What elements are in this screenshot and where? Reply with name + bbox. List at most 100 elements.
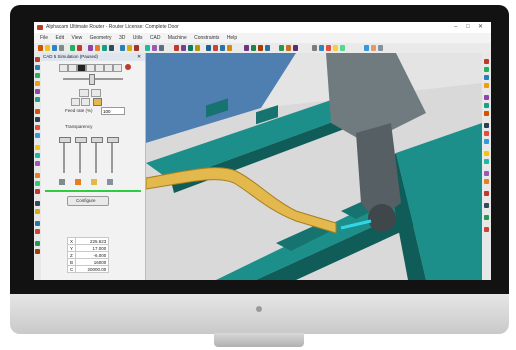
line-icon[interactable]: [88, 45, 93, 51]
view-back-icon[interactable]: [484, 75, 489, 80]
nest-icon[interactable]: [35, 249, 40, 254]
view-bottom-icon[interactable]: [484, 83, 489, 88]
stock-icon[interactable]: [107, 179, 113, 185]
dimension-icon[interactable]: [35, 97, 40, 102]
speed-input[interactable]: [101, 107, 125, 115]
post-icon[interactable]: [286, 45, 291, 51]
measure-icon[interactable]: [159, 45, 164, 51]
fixture-icon[interactable]: [484, 179, 489, 184]
menu-geometry[interactable]: Geometry: [90, 35, 112, 41]
work-plane-icon[interactable]: [484, 151, 489, 156]
settings-icon[interactable]: [312, 45, 317, 51]
info-icon[interactable]: [371, 45, 376, 51]
undo-icon[interactable]: [70, 45, 75, 51]
menu-3d[interactable]: 3D: [119, 35, 125, 41]
hide-icon[interactable]: [484, 131, 489, 136]
group-icon[interactable]: [35, 201, 40, 206]
clamp-icon[interactable]: [484, 171, 489, 176]
view-side-icon[interactable]: [484, 67, 489, 72]
menu-cad[interactable]: CAD: [150, 35, 161, 41]
minimize-button[interactable]: –: [454, 22, 457, 33]
rectangle-icon[interactable]: [109, 45, 114, 51]
menu-view[interactable]: View: [71, 35, 82, 41]
zoom-in-icon[interactable]: [484, 95, 489, 100]
rotate-icon[interactable]: [134, 45, 139, 51]
polyline-icon[interactable]: [35, 73, 40, 78]
help-icon[interactable]: [364, 45, 369, 51]
step-back-button[interactable]: [68, 64, 77, 72]
new-icon[interactable]: [38, 45, 43, 51]
point-icon[interactable]: [35, 65, 40, 70]
tool-icon[interactable]: [244, 45, 249, 51]
wire-icon[interactable]: [340, 45, 345, 51]
maximize-button[interactable]: □: [466, 22, 470, 33]
transparency-thumb-2[interactable]: [75, 137, 87, 143]
project-icon[interactable]: [35, 221, 40, 226]
record-icon[interactable]: [125, 64, 131, 70]
show-icon[interactable]: [484, 139, 489, 144]
redraw-icon[interactable]: [484, 123, 489, 128]
fillet-icon[interactable]: [213, 45, 218, 51]
explode-icon[interactable]: [35, 189, 40, 194]
collision-icon[interactable]: [484, 191, 489, 196]
open-icon[interactable]: [45, 45, 50, 51]
grid-icon[interactable]: [181, 45, 186, 51]
offset-icon[interactable]: [206, 45, 211, 51]
circle-icon[interactable]: [102, 45, 107, 51]
block-icon[interactable]: [35, 117, 40, 122]
faster-button[interactable]: [91, 89, 101, 97]
array-icon[interactable]: [35, 181, 40, 186]
print-icon[interactable]: [59, 45, 64, 51]
finish-icon[interactable]: [258, 45, 263, 51]
import-icon[interactable]: [484, 227, 489, 232]
break-icon[interactable]: [35, 161, 40, 166]
panel-close-icon[interactable]: ✕: [137, 53, 141, 61]
export-icon[interactable]: [484, 215, 489, 220]
report-icon[interactable]: [484, 203, 489, 208]
redo-icon[interactable]: [77, 45, 82, 51]
options-icon[interactable]: [378, 45, 383, 51]
transparency-thumb-3[interactable]: [91, 137, 103, 143]
nc-icon[interactable]: [293, 45, 298, 51]
tool-holder-icon[interactable]: [75, 179, 81, 185]
zoom-fit-icon[interactable]: [484, 111, 489, 116]
play-button[interactable]: [86, 64, 95, 72]
pan-icon[interactable]: [127, 45, 132, 51]
zoom-out-icon[interactable]: [484, 103, 489, 108]
option-button-a[interactable]: [71, 98, 80, 106]
menu-utils[interactable]: Utils: [133, 35, 143, 41]
select-icon[interactable]: [35, 57, 40, 62]
speed-slider-thumb[interactable]: [89, 74, 95, 85]
step-forward-button[interactable]: [104, 64, 113, 72]
move-icon[interactable]: [35, 133, 40, 138]
zoom-icon[interactable]: [120, 45, 125, 51]
color-swatch-icon[interactable]: [93, 98, 102, 106]
rough-icon[interactable]: [251, 45, 256, 51]
simulate-icon[interactable]: [279, 45, 284, 51]
shade-icon[interactable]: [333, 45, 338, 51]
surface-icon[interactable]: [35, 229, 40, 234]
menu-constraints[interactable]: Constraints: [194, 35, 219, 41]
end-button[interactable]: [113, 64, 122, 72]
view-front-icon[interactable]: [484, 59, 489, 64]
ungroup-icon[interactable]: [35, 209, 40, 214]
transparency-thumb-4[interactable]: [107, 137, 119, 143]
drill-icon[interactable]: [265, 45, 270, 51]
transparency-thumb-1[interactable]: [59, 137, 71, 143]
text-icon[interactable]: [35, 89, 40, 94]
save-icon[interactable]: [52, 45, 57, 51]
configure-button[interactable]: Configure: [67, 196, 109, 206]
extend-icon[interactable]: [195, 45, 200, 51]
3d-viewport[interactable]: [146, 53, 482, 280]
slower-button[interactable]: [79, 89, 89, 97]
machine-icon[interactable]: [59, 179, 65, 185]
menu-help[interactable]: Help: [227, 35, 237, 41]
erase-icon[interactable]: [35, 125, 40, 130]
mirror-icon[interactable]: [220, 45, 225, 51]
ucs-icon[interactable]: [484, 159, 489, 164]
trim-icon[interactable]: [188, 45, 193, 51]
color-icon[interactable]: [152, 45, 157, 51]
solid-icon[interactable]: [35, 241, 40, 246]
menu-file[interactable]: File: [40, 35, 48, 41]
spline-icon[interactable]: [35, 81, 40, 86]
